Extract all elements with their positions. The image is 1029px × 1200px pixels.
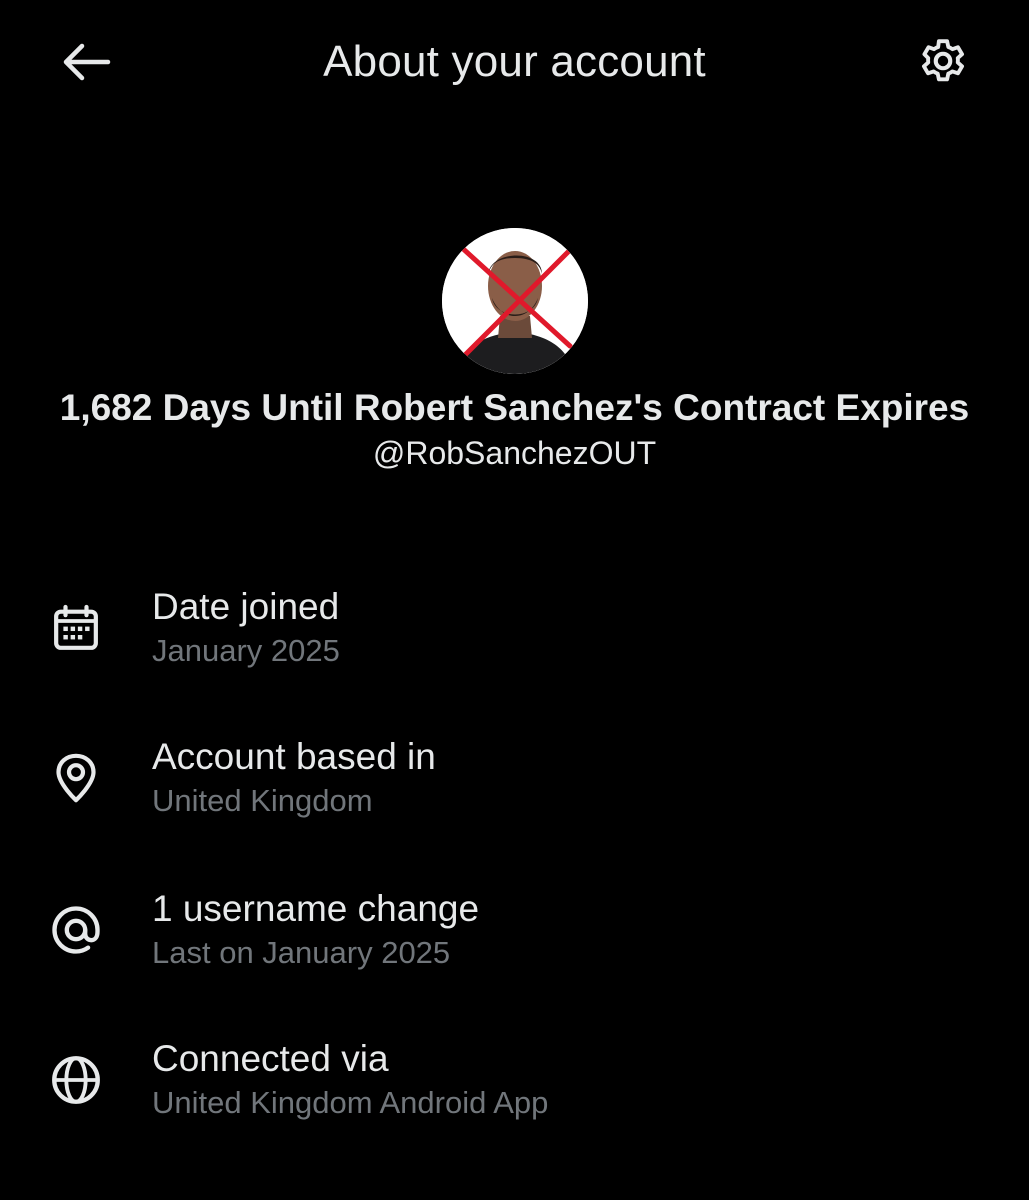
info-item-date-joined: Date joined January 2025 [0, 578, 1029, 688]
info-value: United Kingdom [152, 783, 373, 818]
calendar-icon [40, 592, 112, 664]
profile-section: 1,682 Days Until Robert Sanchez's Contra… [0, 228, 1029, 474]
at-sign-icon [40, 894, 112, 966]
globe-icon [40, 1044, 112, 1116]
page-title: About your account [323, 37, 706, 86]
info-label: Account based in [152, 736, 436, 777]
info-item-account-based-in: Account based in United Kingdom [0, 728, 1029, 838]
username-handle: @RobSanchezOUT [372, 435, 657, 471]
info-value: Last on January 2025 [152, 935, 451, 970]
info-item-username-change: 1 username change Last on January 2025 [0, 880, 1029, 990]
info-label: Connected via [152, 1038, 389, 1079]
display-name: 1,682 Days Until Robert Sanchez's Contra… [59, 387, 970, 428]
info-item-connected-via: Connected via United Kingdom Android App [0, 1030, 1029, 1140]
location-pin-icon [40, 742, 112, 814]
info-label: 1 username change [152, 888, 480, 929]
top-bar: About your account [0, 0, 1029, 124]
info-value: January 2025 [152, 633, 340, 668]
avatar-image [441, 228, 588, 374]
gear-icon [921, 39, 965, 82]
settings-button[interactable] [908, 28, 978, 94]
info-label: Date joined [152, 586, 340, 627]
avatar[interactable] [441, 228, 588, 374]
info-value: United Kingdom Android App [152, 1085, 549, 1120]
